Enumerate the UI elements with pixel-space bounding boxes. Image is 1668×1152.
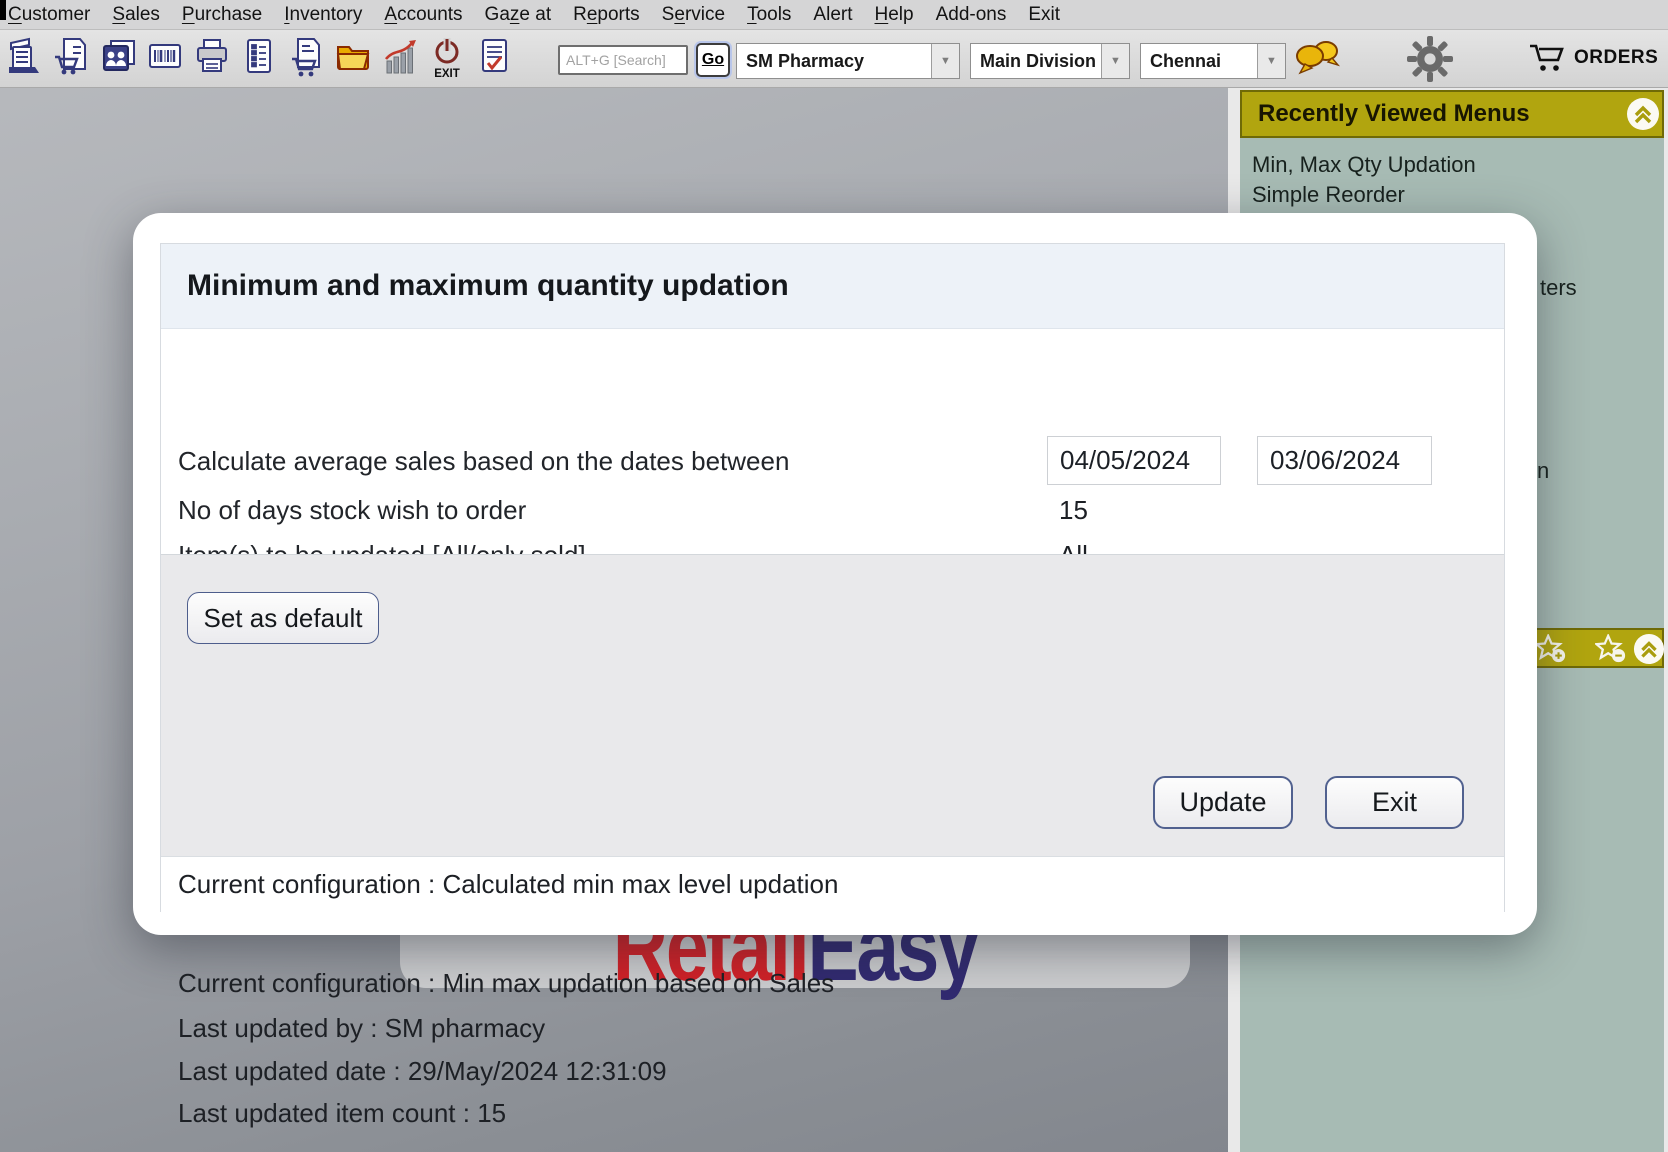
days-value: 15	[1059, 494, 1088, 526]
division-select-value: Main Division	[971, 51, 1101, 72]
cart-icon	[1528, 42, 1566, 74]
menu-item-add-ons[interactable]: Add-ons	[936, 4, 1007, 26]
orders-label: ORDERS	[1574, 47, 1658, 69]
last-updated-by-text: Last updated by : SM pharmacy	[178, 1012, 545, 1044]
menu-item-alert[interactable]: Alert	[813, 4, 852, 26]
search-go-button[interactable]: Go	[696, 43, 730, 77]
current-configuration-text: Current configuration : Min max updation…	[178, 967, 834, 999]
customers-icon[interactable]	[98, 34, 138, 82]
set-as-default-button[interactable]: Set as default	[187, 592, 379, 644]
update-button[interactable]: Update	[1153, 776, 1293, 829]
billing-machine-icon[interactable]	[4, 34, 44, 82]
menu-item-sales[interactable]: Sales	[112, 4, 160, 26]
last-updated-count-text: Last updated item count : 15	[178, 1097, 506, 1129]
chevron-down-icon[interactable]: ▼	[931, 44, 959, 78]
chevron-down-icon[interactable]: ▼	[1257, 44, 1285, 78]
exit-button[interactable]: Exit	[1325, 776, 1464, 829]
add-favorite-star-icon[interactable]	[1535, 634, 1567, 664]
menu-item-inventory[interactable]: Inventory	[284, 4, 362, 26]
recently-viewed-menus-title: Recently Viewed Menus	[1258, 92, 1530, 136]
svg-text:EXIT: EXIT	[434, 68, 460, 80]
menu-item-accounts[interactable]: Accounts	[384, 4, 462, 26]
chat-icon[interactable]	[1294, 38, 1342, 80]
menu-item-customer[interactable]: Customer	[8, 4, 90, 26]
menu-item-tools[interactable]: Tools	[747, 4, 791, 26]
menu-item-purchase[interactable]: Purchase	[182, 4, 262, 26]
days-label: No of days stock wish to order	[178, 494, 526, 526]
menu-item-exit[interactable]: Exit	[1028, 4, 1060, 26]
recent-menu-item[interactable]: Simple Reorder	[1252, 182, 1405, 208]
menu-item-service[interactable]: Service	[662, 4, 725, 26]
collapse-chevron-icon[interactable]	[1626, 97, 1660, 131]
screen-corner-mark	[0, 0, 6, 20]
recent-menu-item-partial[interactable]: n	[1537, 458, 1549, 484]
printer-icon[interactable]	[192, 34, 232, 82]
menu-item-help[interactable]: Help	[875, 4, 914, 26]
collapse-chevron-icon[interactable]	[1633, 633, 1665, 663]
toolbar: EXIT Go SM Pharmacy ▼ Main Division ▼ Ch…	[0, 30, 1668, 88]
exit-power-icon[interactable]: EXIT	[427, 34, 467, 82]
location-select-value: Chennai	[1141, 51, 1257, 72]
dialog-panel: Minimum and maximum quantity updation Ca…	[160, 243, 1505, 912]
stock-register-icon[interactable]	[239, 34, 279, 82]
store-select-value: SM Pharmacy	[737, 51, 931, 72]
open-folder-icon[interactable]	[333, 34, 373, 82]
orders-button[interactable]: ORDERS	[1528, 42, 1658, 74]
last-updated-date-text: Last updated date : 29/May/2024 12:31:09	[178, 1055, 667, 1087]
dialog-footer-row: Current configuration : Calculated min m…	[161, 856, 1504, 912]
global-search-input[interactable]	[558, 45, 688, 75]
dialog-form: Calculate average sales based on the dat…	[161, 329, 1504, 554]
dialog-status-section: Set as default Current configuration : M…	[161, 554, 1504, 856]
toolbar-icons: EXIT	[4, 34, 514, 82]
dialog-titlebar: Minimum and maximum quantity updation	[161, 244, 1504, 329]
sales-bill-icon[interactable]	[51, 34, 91, 82]
recent-menu-item[interactable]: Min, Max Qty Updation	[1252, 152, 1476, 178]
min-max-updation-dialog: Minimum and maximum quantity updation Ca…	[133, 213, 1537, 935]
purchase-cart-icon[interactable]	[286, 34, 326, 82]
audit-report-icon[interactable]	[474, 34, 514, 82]
sales-graph-icon[interactable]	[380, 34, 420, 82]
division-select[interactable]: Main Division ▼	[970, 43, 1130, 79]
date-to-input[interactable]	[1257, 436, 1432, 485]
store-select[interactable]: SM Pharmacy ▼	[736, 43, 960, 79]
chevron-down-icon[interactable]: ▼	[1101, 44, 1129, 78]
remove-favorite-star-icon[interactable]	[1595, 634, 1627, 664]
recently-viewed-menus-header[interactable]: Recently Viewed Menus	[1240, 90, 1664, 138]
footer-configuration-text: Current configuration : Calculated min m…	[161, 869, 838, 900]
dates-label: Calculate average sales based on the dat…	[178, 445, 789, 477]
barcode-icon[interactable]	[145, 34, 185, 82]
menu-item-reports[interactable]: Reports	[573, 4, 640, 26]
recent-menu-item-partial[interactable]: ters	[1540, 275, 1577, 301]
location-select[interactable]: Chennai ▼	[1140, 43, 1286, 79]
date-from-input[interactable]	[1047, 436, 1221, 485]
dialog-title: Minimum and maximum quantity updation	[161, 269, 789, 303]
menubar: Customer Sales Purchase Inventory Accounts Ga…	[0, 0, 1668, 30]
menu-item-gaze-at[interactable]: Gaze at	[485, 4, 552, 26]
gear-icon[interactable]	[1406, 35, 1454, 83]
